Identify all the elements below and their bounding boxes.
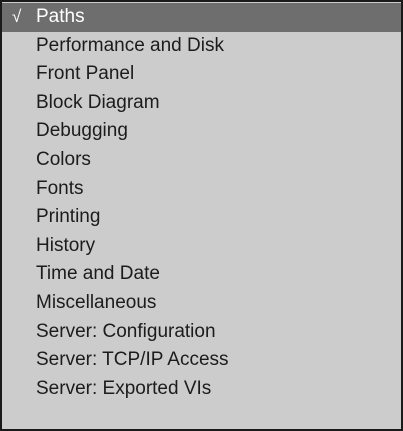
menu-item-label: Paths bbox=[36, 6, 85, 27]
menu-item-history[interactable]: History bbox=[2, 232, 401, 261]
menu-item-label: Server: Exported VIs bbox=[36, 377, 212, 399]
menu-item-server-configuration[interactable]: Server: Configuration bbox=[2, 318, 401, 347]
menu-item-server-tcpip-access[interactable]: Server: TCP/IP Access bbox=[2, 346, 401, 375]
menu-item-performance-and-disk[interactable]: Performance and Disk bbox=[2, 32, 401, 61]
menu-item-label: Colors bbox=[36, 148, 91, 170]
menu-item-label: History bbox=[36, 234, 96, 256]
menu-item-printing[interactable]: Printing bbox=[2, 203, 401, 232]
menu-item-colors[interactable]: Colors bbox=[2, 146, 401, 175]
menu-item-label: Performance and Disk bbox=[36, 34, 224, 56]
menu-item-label: Debugging bbox=[36, 120, 128, 142]
menu-item-block-diagram[interactable]: Block Diagram bbox=[2, 89, 401, 118]
menu-item-label: Fonts bbox=[36, 177, 84, 199]
menu-item-front-panel[interactable]: Front Panel bbox=[2, 60, 401, 89]
checkmark-icon: √ bbox=[12, 7, 22, 26]
options-category-menu[interactable]: √ Paths Performance and Disk Front Panel… bbox=[0, 0, 403, 431]
menu-item-fonts[interactable]: Fonts bbox=[2, 175, 401, 204]
menu-item-debugging[interactable]: Debugging bbox=[2, 117, 401, 146]
menu-item-server-exported-vis[interactable]: Server: Exported VIs bbox=[2, 375, 401, 404]
menu-item-label: Front Panel bbox=[36, 63, 135, 85]
menu-item-label: Printing bbox=[36, 206, 101, 228]
menu-item-miscellaneous[interactable]: Miscellaneous bbox=[2, 289, 401, 318]
menu-item-label: Block Diagram bbox=[36, 91, 160, 113]
menu-item-label: Time and Date bbox=[36, 263, 160, 285]
menu-item-label: Server: Configuration bbox=[36, 320, 216, 342]
menu-item-time-and-date[interactable]: Time and Date bbox=[2, 260, 401, 289]
menu-item-label: Miscellaneous bbox=[36, 291, 157, 313]
menu-item-label: Server: TCP/IP Access bbox=[36, 349, 229, 371]
menu-item-paths[interactable]: √ Paths bbox=[2, 3, 401, 32]
